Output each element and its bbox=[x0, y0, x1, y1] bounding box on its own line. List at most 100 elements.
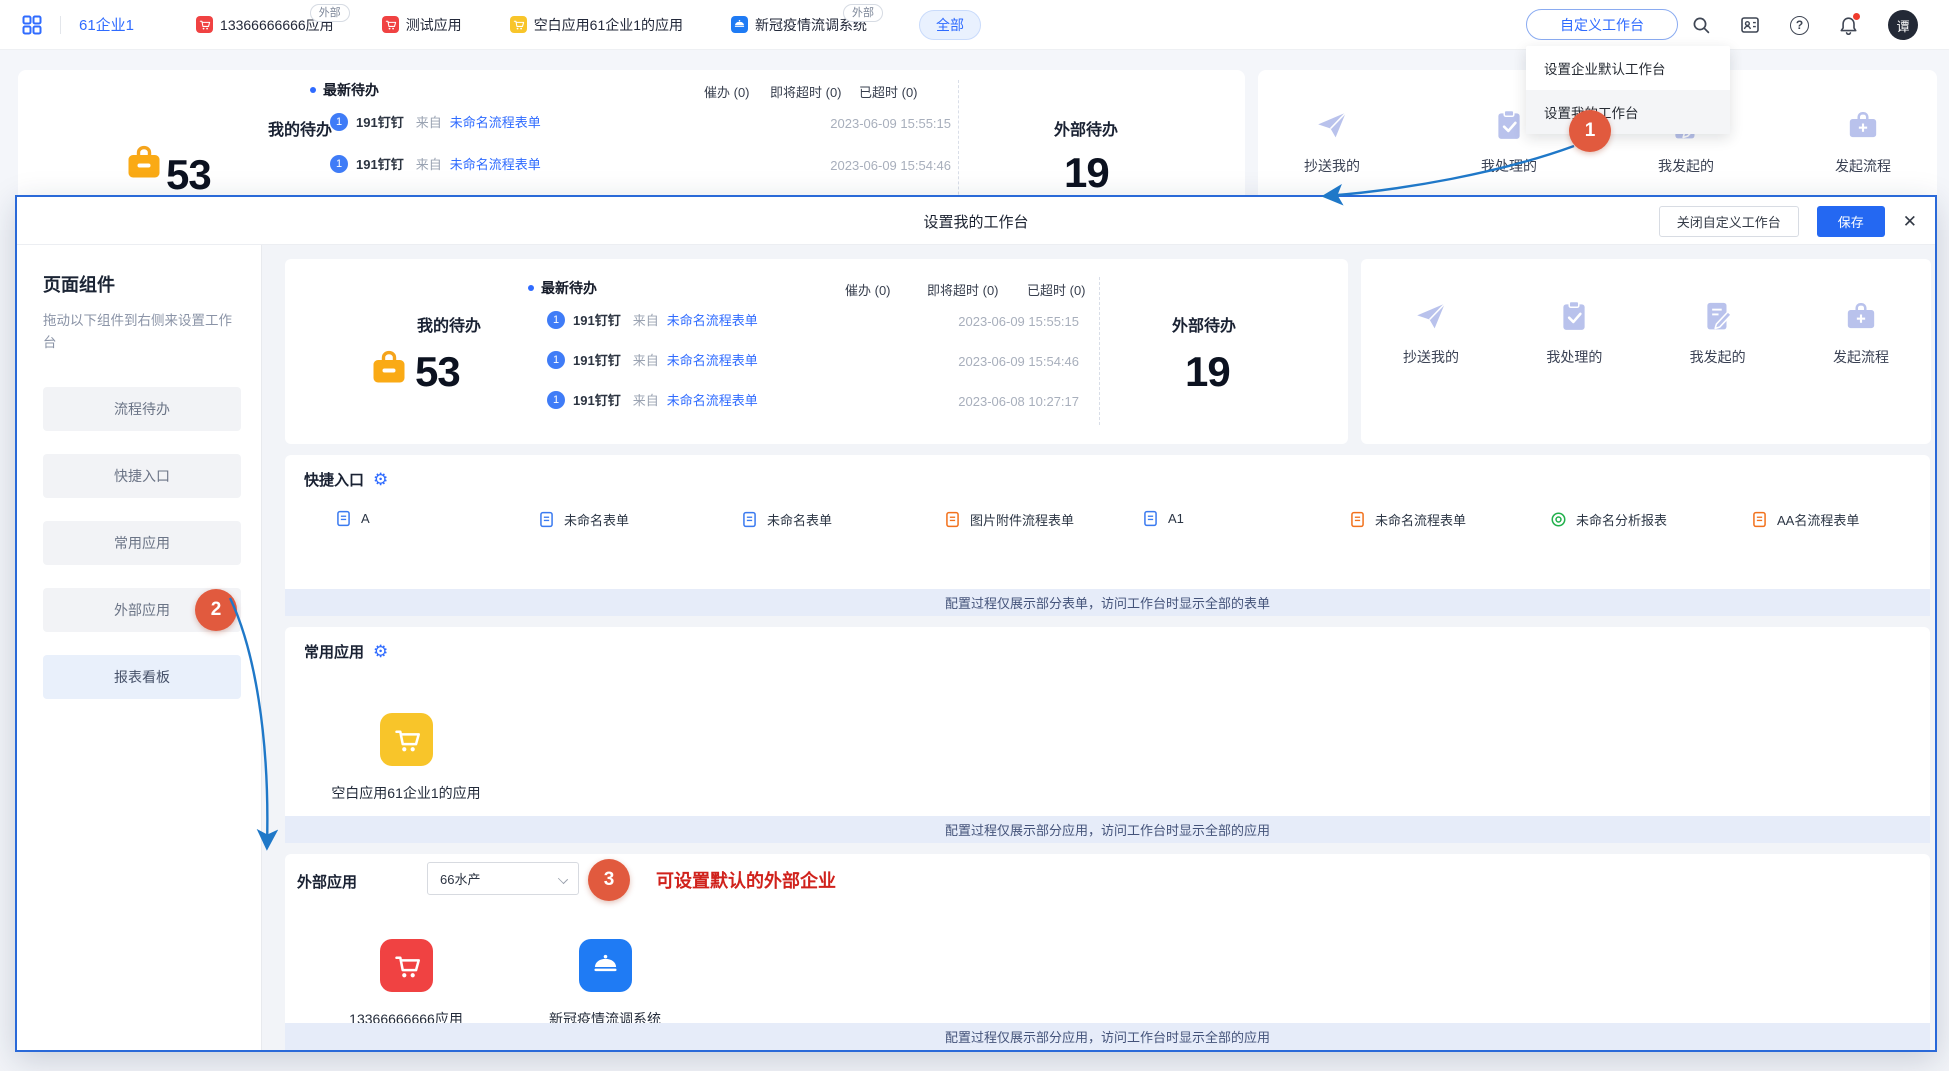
component-quick-entry[interactable]: 快捷入口 bbox=[43, 454, 241, 498]
gear-icon[interactable]: ⚙ bbox=[373, 643, 388, 660]
search-icon[interactable] bbox=[1692, 16, 1710, 34]
quick-entry-title: 快捷入口 bbox=[304, 469, 364, 490]
todo-row[interactable]: 1 191钉钉 来自 未命名流程表单 bbox=[330, 154, 541, 173]
todo-form-link[interactable]: 未命名流程表单 bbox=[667, 350, 758, 369]
quick-entry-label: 未命名分析报表 bbox=[1576, 510, 1667, 529]
todo-title: 191钉钉 bbox=[573, 310, 621, 329]
stat-overdue[interactable]: 已超时 (0) bbox=[1027, 280, 1086, 299]
my-todo-count: 53 bbox=[415, 351, 460, 393]
close-customize-button[interactable]: 关闭自定义工作台 bbox=[1659, 206, 1799, 237]
annotation-badge-2: 2 bbox=[195, 589, 237, 631]
todo-form-link[interactable]: 未命名流程表单 bbox=[450, 112, 541, 131]
action-label: 发起流程 bbox=[1833, 347, 1889, 367]
divider bbox=[1099, 277, 1100, 425]
modal-title: 设置我的工作台 bbox=[17, 197, 1935, 245]
customize-workbench-button[interactable]: 自定义工作台 bbox=[1526, 9, 1678, 40]
close-icon[interactable]: ✕ bbox=[1903, 213, 1917, 230]
quick-entry-label: 未命名表单 bbox=[767, 510, 832, 529]
action-handled-by-me[interactable]: 我处理的 bbox=[1546, 299, 1602, 367]
todo-row[interactable]: 1 191钉钉 来自 未命名流程表单 bbox=[547, 350, 758, 369]
topbar: 61企业1 13366666666应用 外部 测试应用 空白应用61企业1的应用… bbox=[0, 0, 1949, 50]
component-common-apps[interactable]: 常用应用 bbox=[43, 521, 241, 565]
set-my-workbench-modal: 设置我的工作台 关闭自定义工作台 保存 ✕ 页面组件 拖动以下组件到右侧来设置工… bbox=[15, 195, 1937, 1052]
cloche-app-icon bbox=[579, 939, 632, 992]
quick-actions-card: 抄送我的 我处理的 我发起的 发起流程 bbox=[1361, 259, 1931, 444]
quick-entry-item[interactable]: 未命名流程表单 bbox=[1349, 510, 1466, 529]
menu-item-set-company-default[interactable]: 设置企业默认工作台 bbox=[1526, 46, 1730, 90]
quick-entry-item[interactable]: A1 bbox=[1142, 510, 1184, 527]
action-cc-to-me[interactable]: 抄送我的 bbox=[1304, 108, 1360, 176]
topbar-app-covid[interactable]: 新冠疫情流调系统 外部 bbox=[731, 15, 867, 35]
todo-row[interactable]: 1 191钉钉 来自 未命名流程表单 bbox=[547, 310, 758, 329]
quick-entry-item[interactable]: 未命名表单 bbox=[538, 510, 629, 529]
todo-time: 2023-06-09 15:54:46 bbox=[830, 158, 951, 173]
quick-entry-item[interactable]: A bbox=[335, 510, 370, 527]
all-apps-pill[interactable]: 全部 bbox=[919, 10, 981, 40]
org-tab[interactable]: 61企业1 bbox=[79, 14, 134, 35]
todo-bag-icon bbox=[369, 347, 409, 392]
form-icon bbox=[1142, 510, 1159, 527]
help-icon[interactable]: ? bbox=[1790, 16, 1809, 35]
action-started-by-me[interactable]: 我发起的 bbox=[1690, 299, 1746, 367]
sidebar-description: 拖动以下组件到右侧来设置工作台 bbox=[43, 310, 241, 355]
cart-app-icon bbox=[510, 16, 527, 33]
avatar[interactable]: 谭 bbox=[1888, 10, 1918, 40]
external-org-select[interactable]: 66水产 bbox=[427, 862, 579, 895]
component-external-apps[interactable]: 外部应用 2 bbox=[43, 588, 241, 632]
action-cc-to-me[interactable]: 抄送我的 bbox=[1403, 299, 1459, 367]
cart-app-icon bbox=[196, 16, 213, 33]
quick-entry-footer-note: 配置过程仅展示部分表单，访问工作台时显示全部的表单 bbox=[285, 589, 1930, 616]
external-todo-count: 19 bbox=[1064, 152, 1109, 194]
todo-row[interactable]: 1 191钉钉 来自 未命名流程表单 bbox=[547, 390, 758, 409]
quick-entry-item[interactable]: 未命名表单 bbox=[741, 510, 832, 529]
todo-form-link[interactable]: 未命名流程表单 bbox=[450, 154, 541, 173]
app-tile-blank-app[interactable]: 空白应用61企业1的应用 bbox=[326, 713, 486, 803]
todo-bag-icon bbox=[124, 142, 164, 187]
my-todo-label: 我的待办 bbox=[417, 312, 481, 336]
action-start-process[interactable]: 发起流程 bbox=[1835, 108, 1891, 176]
report-target-icon bbox=[1550, 511, 1567, 528]
quick-entry-label: AA名流程表单 bbox=[1777, 510, 1859, 529]
todo-prefix: 来自 bbox=[416, 112, 442, 131]
app-tile-covid-system[interactable]: 新冠疫情流调系统 bbox=[525, 939, 685, 1029]
app-tile-13366666666[interactable]: 13366666666应用 bbox=[326, 939, 486, 1029]
contacts-icon[interactable] bbox=[1740, 15, 1760, 35]
save-button[interactable]: 保存 bbox=[1817, 206, 1885, 237]
menu-item-set-my-workbench[interactable]: 设置我的工作台 bbox=[1526, 90, 1730, 134]
topbar-app-test[interactable]: 测试应用 bbox=[382, 15, 462, 35]
external-apps-footer-note: 配置过程仅展示部分应用，访问工作台时显示全部的应用 bbox=[285, 1023, 1930, 1050]
component-process-todo[interactable]: 流程待办 bbox=[43, 387, 241, 431]
stat-soon-overdue[interactable]: 即将超时 (0) bbox=[770, 82, 842, 101]
stat-urge[interactable]: 催办 (0) bbox=[845, 280, 891, 299]
modal-header-actions: 关闭自定义工作台 保存 ✕ bbox=[1659, 197, 1917, 245]
sidebar-title: 页面组件 bbox=[43, 271, 235, 297]
stat-soon-overdue[interactable]: 即将超时 (0) bbox=[927, 280, 999, 299]
topbar-app-13366666666[interactable]: 13366666666应用 外部 bbox=[196, 15, 334, 35]
notification-bell-icon[interactable] bbox=[1839, 16, 1858, 35]
todo-form-link[interactable]: 未命名流程表单 bbox=[667, 310, 758, 329]
modal-content: 最新待办 催办 (0) 即将超时 (0) 已超时 (0) 1 191钉钉 来自 … bbox=[262, 245, 1935, 1050]
common-apps-section: 常用应用 ⚙ 空白应用61企业1的应用 配置过程仅展示部分应用，访问工作台时显示… bbox=[285, 627, 1930, 843]
external-apps-section: 外部应用 66水产 3 可设置默认的外部企业 13366666666应用 新冠疫… bbox=[285, 854, 1930, 1050]
notification-dot bbox=[1853, 13, 1860, 20]
chevron-down-icon bbox=[558, 874, 568, 884]
todo-form-link[interactable]: 未命名流程表单 bbox=[667, 390, 758, 409]
quick-entry-item[interactable]: 未命名分析报表 bbox=[1550, 510, 1667, 529]
blue-dot bbox=[528, 285, 534, 291]
quick-entry-item[interactable]: 图片附件流程表单 bbox=[944, 510, 1074, 529]
todo-row[interactable]: 1 191钉钉 来自 未命名流程表单 bbox=[330, 112, 541, 131]
todo-number-badge: 1 bbox=[330, 155, 348, 173]
stat-overdue[interactable]: 已超时 (0) bbox=[859, 82, 918, 101]
todo-number-badge: 1 bbox=[547, 391, 565, 409]
form-icon bbox=[335, 510, 352, 527]
workbench-grid-icon[interactable] bbox=[22, 15, 42, 35]
component-report-board[interactable]: 报表看板 bbox=[43, 655, 241, 699]
topbar-app-blank[interactable]: 空白应用61企业1的应用 bbox=[510, 15, 683, 35]
quick-entry-label: 图片附件流程表单 bbox=[970, 510, 1074, 529]
annotation-badge-3: 3 bbox=[588, 859, 630, 901]
stat-urge[interactable]: 催办 (0) bbox=[704, 82, 750, 101]
quick-entry-item[interactable]: AA名流程表单 bbox=[1751, 510, 1859, 529]
todo-prefix: 来自 bbox=[633, 310, 659, 329]
action-start-process[interactable]: 发起流程 bbox=[1833, 299, 1889, 367]
gear-icon[interactable]: ⚙ bbox=[373, 471, 388, 488]
